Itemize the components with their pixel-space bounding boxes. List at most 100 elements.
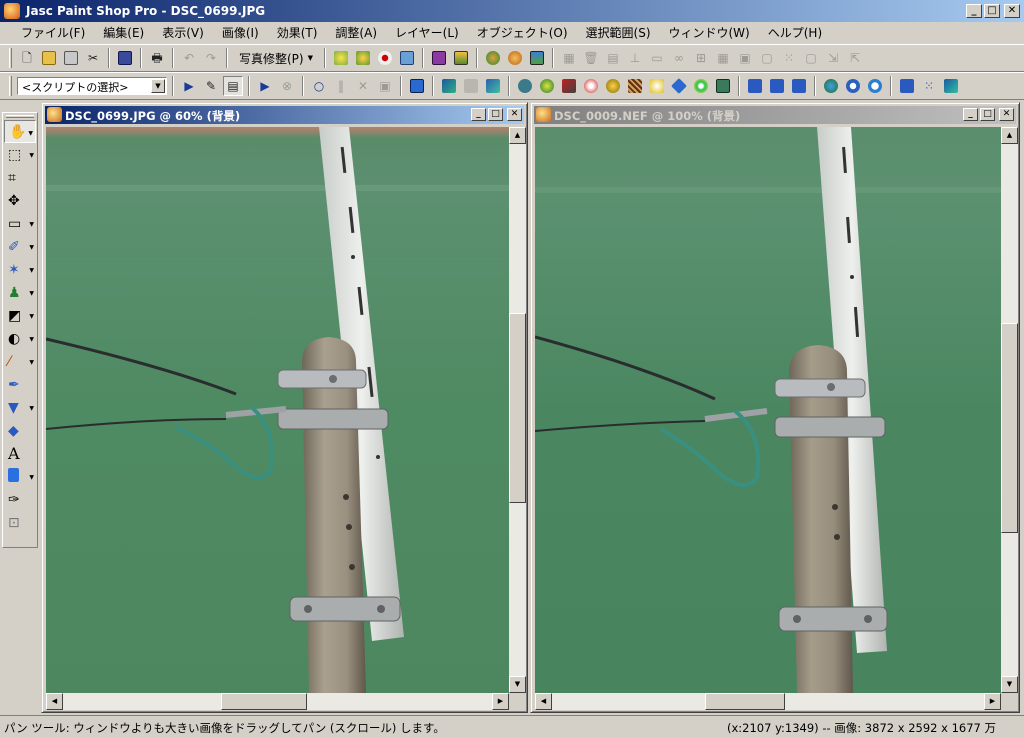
dropper-tool[interactable]: ✐ ▼: [4, 235, 36, 258]
cube-icon[interactable]: [397, 48, 417, 68]
script-toggle-icon[interactable]: ▤: [223, 76, 243, 96]
binoculars-icon[interactable]: ∞: [669, 48, 689, 68]
photo-frame-icon[interactable]: [527, 48, 547, 68]
effect-icon-7[interactable]: [581, 76, 601, 96]
minimize-button[interactable]: _: [966, 4, 982, 18]
scroll-down-button[interactable]: ▼: [1001, 676, 1018, 693]
document-window-inactive[interactable]: DSC_0009.NEF @ 100% (背景) _ □ ✕ ▲ ▼ ◀ ▶: [530, 102, 1020, 713]
pen-tool[interactable]: ✑: [4, 488, 36, 511]
size-grip[interactable]: [1001, 693, 1018, 710]
effect-icon-11[interactable]: [669, 76, 689, 96]
doc-minimize-button[interactable]: _: [963, 108, 978, 121]
scroll-left-button[interactable]: ◀: [535, 693, 552, 710]
effect-icon-8[interactable]: [603, 76, 623, 96]
folder-icon[interactable]: ▭: [647, 48, 667, 68]
dots-grid-icon[interactable]: ⁙: [779, 48, 799, 68]
save-script-icon[interactable]: ▣: [375, 76, 395, 96]
trash-icon[interactable]: 🗑: [581, 48, 601, 68]
vertical-scroll-thumb[interactable]: [1001, 323, 1018, 533]
dots-icon[interactable]: ⁙: [919, 76, 939, 96]
menu-layers[interactable]: レイヤー(L): [386, 24, 468, 41]
text-tool[interactable]: A: [4, 442, 36, 465]
toolbar-grip[interactable]: [9, 76, 12, 96]
print-icon[interactable]: 🖶: [147, 48, 167, 68]
effect-icon-5[interactable]: [537, 76, 557, 96]
landscape-icon[interactable]: [451, 48, 471, 68]
open-folder-icon[interactable]: [39, 48, 59, 68]
effect-icon-12[interactable]: [691, 76, 711, 96]
script-select[interactable]: <スクリプトの選択> ▼: [17, 77, 167, 95]
shape-select-tool[interactable]: ▭ ▼: [4, 212, 36, 235]
clone-tool[interactable]: ♟ ▼: [4, 281, 36, 304]
grid-icon[interactable]: ▦: [713, 48, 733, 68]
tree-icon[interactable]: ⊞: [691, 48, 711, 68]
palette-grip[interactable]: [6, 115, 34, 118]
layer-tool-icon-2[interactable]: ▤: [603, 48, 623, 68]
menu-objects[interactable]: オブジェクト(O): [468, 24, 577, 41]
stamp-icon[interactable]: ⊥: [625, 48, 645, 68]
document-icon[interactable]: [47, 107, 62, 122]
menu-effects[interactable]: 効果(T): [268, 24, 327, 41]
target-icon[interactable]: [843, 76, 863, 96]
tile-icon[interactable]: [941, 76, 961, 96]
retouch-tool[interactable]: ✶ ▼: [4, 258, 36, 281]
jpeg-export-icon[interactable]: [745, 76, 765, 96]
doc-minimize-button[interactable]: _: [471, 108, 486, 121]
effect-icon-2[interactable]: [461, 76, 481, 96]
browse-icon[interactable]: [61, 48, 81, 68]
horizontal-scrollbar[interactable]: ◀ ▶: [46, 693, 509, 710]
toolbar-grip[interactable]: [9, 48, 12, 68]
scroll-left-button[interactable]: ◀: [46, 693, 63, 710]
scroll-right-button[interactable]: ▶: [984, 693, 1001, 710]
globe-icon[interactable]: [821, 76, 841, 96]
effect-icon-6[interactable]: [559, 76, 579, 96]
scroll-right-button[interactable]: ▶: [492, 693, 509, 710]
image-canvas[interactable]: [535, 127, 1001, 693]
portrait-icon[interactable]: [429, 48, 449, 68]
menu-adjust[interactable]: 調整(A): [326, 24, 386, 41]
menu-image[interactable]: 画像(I): [213, 24, 268, 41]
scroll-down-button[interactable]: ▼: [509, 676, 526, 693]
photo-fix-button[interactable]: 写真修整(P) ▼: [233, 48, 319, 68]
cut-icon[interactable]: ✂: [83, 48, 103, 68]
document-title-bar[interactable]: DSC_0009.NEF @ 100% (背景) _ □ ✕: [534, 106, 1016, 124]
edit-script-icon[interactable]: ✎: [201, 76, 221, 96]
chevron-down-icon[interactable]: ▼: [151, 79, 165, 93]
printer-grid-icon[interactable]: ▣: [735, 48, 755, 68]
record-script-icon[interactable]: ▶: [255, 76, 275, 96]
crop-tool[interactable]: ⌗: [4, 166, 36, 189]
cancel-script-icon[interactable]: ⊗: [277, 76, 297, 96]
menu-edit[interactable]: 編集(E): [94, 24, 153, 41]
effect-icon-9[interactable]: [625, 76, 645, 96]
pan-tool[interactable]: ✋ ▼: [4, 120, 36, 143]
red-eye-icon[interactable]: [375, 48, 395, 68]
undo-icon[interactable]: ↶: [179, 48, 199, 68]
menu-view[interactable]: 表示(V): [153, 24, 213, 41]
person-green-icon[interactable]: [483, 48, 503, 68]
pause-icon[interactable]: ‖: [331, 76, 351, 96]
menu-window[interactable]: ウィンドウ(W): [660, 24, 759, 41]
vertical-scrollbar[interactable]: ▲ ▼: [509, 127, 526, 693]
contrast-tool[interactable]: ◐ ▼: [4, 327, 36, 350]
menu-selections[interactable]: 選択範囲(S): [577, 24, 660, 41]
new-file-icon[interactable]: 🗋: [17, 48, 37, 68]
move-tool[interactable]: ✥: [4, 189, 36, 212]
start-record-icon[interactable]: ○: [309, 76, 329, 96]
ring-icon[interactable]: [865, 76, 885, 96]
document-window-active[interactable]: DSC_0699.JPG @ 60% (背景) _ □ ✕ ▲ ▼ ◀ ▶: [41, 102, 528, 713]
effect-icon-10[interactable]: [647, 76, 667, 96]
paint-brush-tool[interactable]: ⁄ ▼: [4, 350, 36, 373]
airbrush-tool[interactable]: ✒: [4, 373, 36, 396]
window-icon[interactable]: ▢: [757, 48, 777, 68]
vertical-scroll-thumb[interactable]: [509, 313, 526, 503]
selection-tool[interactable]: ⬚ ▼: [4, 143, 36, 166]
menu-help[interactable]: ヘルプ(H): [759, 24, 831, 41]
doc-maximize-button[interactable]: □: [488, 108, 503, 121]
stop-icon[interactable]: ✕: [353, 76, 373, 96]
document-icon[interactable]: [536, 107, 551, 122]
doc-close-button[interactable]: ✕: [507, 108, 522, 121]
maximize-button[interactable]: □: [984, 4, 1000, 18]
size-grip[interactable]: [509, 693, 526, 710]
export-icon[interactable]: ⇲: [823, 48, 843, 68]
scroll-up-button[interactable]: ▲: [509, 127, 526, 144]
